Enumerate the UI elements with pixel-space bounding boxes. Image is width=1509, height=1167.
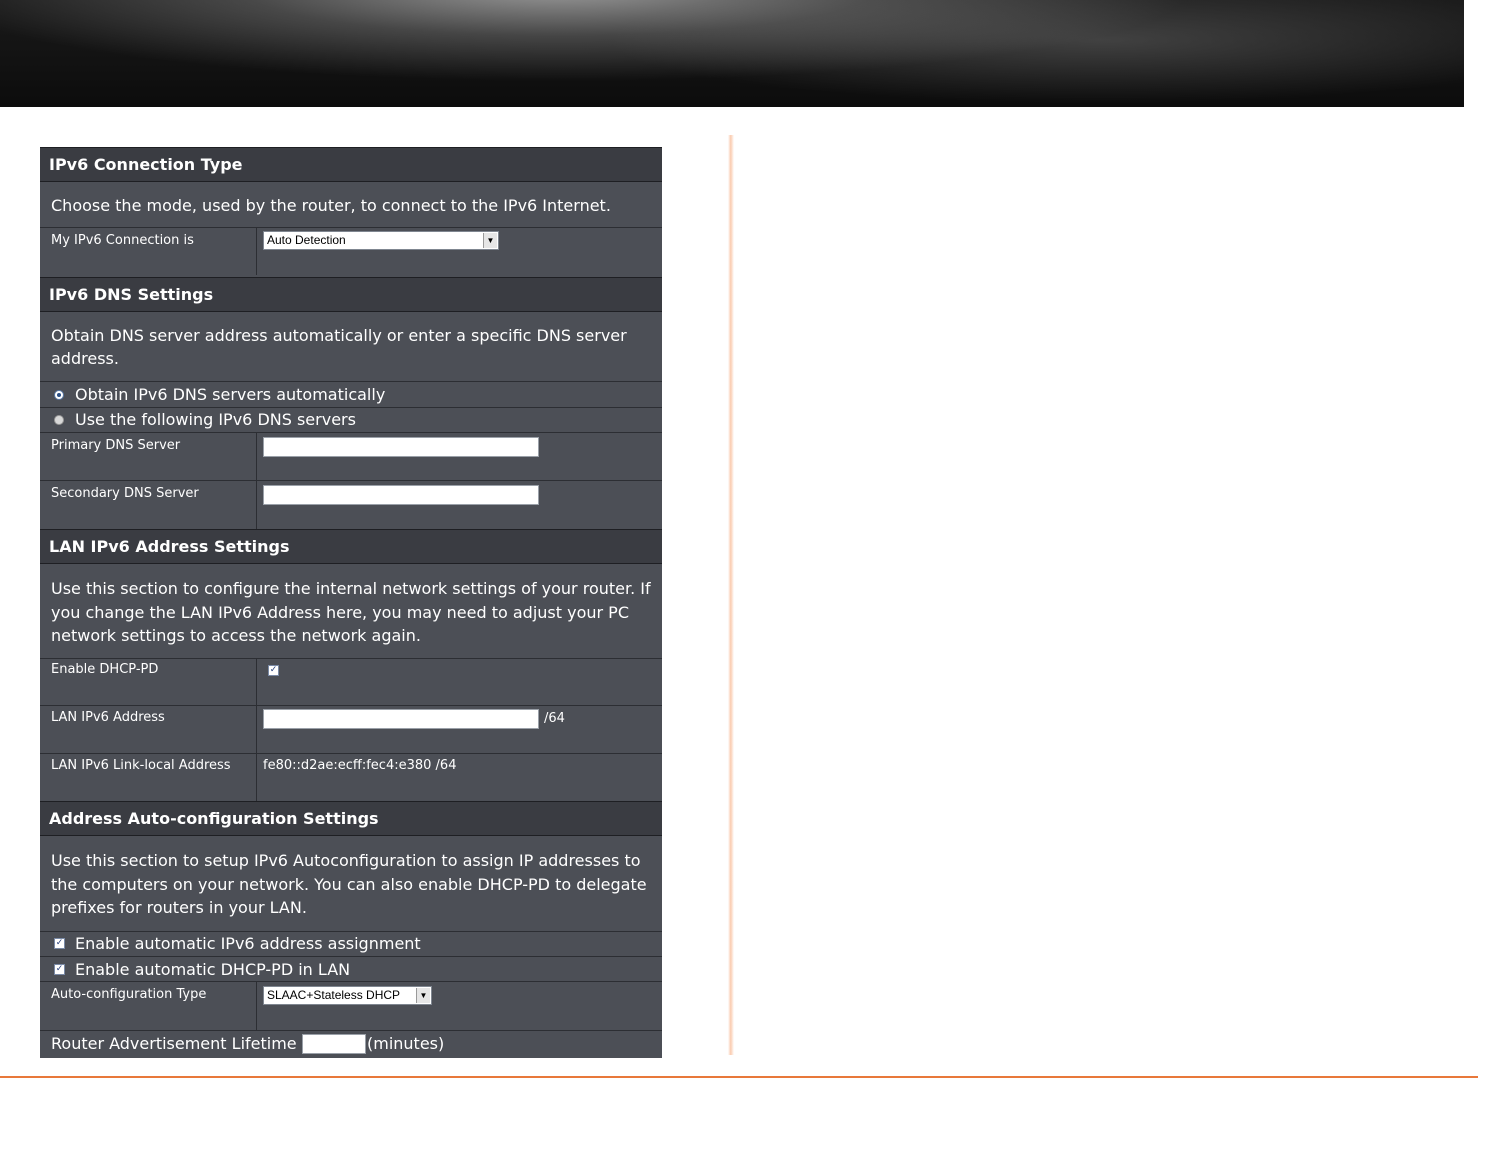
section-title-connection-type: IPv6 Connection Type bbox=[40, 147, 662, 182]
radio-dns-auto[interactable] bbox=[54, 390, 64, 400]
autoconfig-type-select-value: SLAAC+Stateless DHCP bbox=[267, 988, 401, 1002]
primary-dns-label: Primary DNS Server bbox=[51, 438, 181, 453]
vertical-divider bbox=[728, 135, 734, 1055]
lifetime-label: Router Advertisement Lifetime bbox=[51, 1034, 297, 1053]
chevron-down-icon: ▼ bbox=[483, 233, 497, 248]
option-dns-manual-label: Use the following IPv6 DNS servers bbox=[75, 410, 356, 429]
link-local-label: LAN IPv6 Link-local Address bbox=[51, 758, 231, 773]
row-divider bbox=[40, 705, 662, 706]
lifetime-unit: (minutes) bbox=[367, 1034, 445, 1053]
enable-assignment-label: Enable automatic IPv6 address assignment bbox=[75, 934, 421, 953]
lan-address-label: LAN IPv6 Address bbox=[51, 710, 165, 725]
footer-divider bbox=[0, 1076, 1478, 1078]
radio-dns-manual[interactable] bbox=[54, 415, 64, 425]
lan-prefix-suffix: /64 bbox=[544, 711, 565, 726]
my-connection-label: My IPv6 Connection is bbox=[51, 233, 194, 248]
section-title-dns: IPv6 DNS Settings bbox=[40, 277, 662, 312]
section-title-lan: LAN IPv6 Address Settings bbox=[40, 529, 662, 564]
connection-type-description: Choose the mode, used by the router, to … bbox=[51, 196, 611, 215]
row-divider bbox=[40, 227, 662, 228]
row-divider bbox=[40, 407, 662, 408]
connection-type-select-value: Auto Detection bbox=[267, 233, 346, 247]
row-divider bbox=[40, 753, 662, 754]
row-divider bbox=[40, 931, 662, 932]
autoconfig-description-line2: the computers on your network. You can a… bbox=[51, 875, 647, 894]
check-icon: ✓ bbox=[269, 665, 278, 675]
connection-type-select[interactable]: Auto Detection ▼ bbox=[263, 231, 499, 250]
dns-description-line2: address. bbox=[51, 349, 119, 368]
chevron-down-icon: ▼ bbox=[416, 988, 430, 1003]
autoconfig-type-select[interactable]: SLAAC+Stateless DHCP ▼ bbox=[263, 986, 432, 1005]
row-divider bbox=[40, 1030, 662, 1031]
enable-dhcp-pd-label: Enable DHCP-PD bbox=[51, 662, 159, 677]
header-banner bbox=[0, 0, 1464, 107]
row-divider bbox=[40, 658, 662, 659]
row-divider bbox=[40, 956, 662, 957]
lan-description-line3: network settings to access the network a… bbox=[51, 626, 421, 645]
enable-assignment-checkbox[interactable]: ✓ bbox=[54, 938, 65, 949]
lan-description-line2: you change the LAN IPv6 Address here, yo… bbox=[51, 603, 629, 622]
row-divider bbox=[40, 432, 662, 433]
option-dns-auto-label: Obtain IPv6 DNS servers automatically bbox=[75, 385, 386, 404]
column-divider bbox=[256, 981, 257, 1030]
lan-address-input[interactable] bbox=[263, 709, 539, 729]
dns-description-line1: Obtain DNS server address automatically … bbox=[51, 326, 627, 345]
autoconfig-type-label: Auto-configuration Type bbox=[51, 987, 207, 1002]
enable-dhcp-pd-checkbox[interactable]: ✓ bbox=[268, 665, 279, 676]
lifetime-input[interactable] bbox=[302, 1034, 366, 1054]
check-icon: ✓ bbox=[55, 964, 64, 974]
row-divider bbox=[40, 981, 662, 982]
column-divider bbox=[256, 658, 257, 801]
section-title-autoconfig: Address Auto-configuration Settings bbox=[40, 801, 662, 836]
autoconfig-description-line3: prefixes for routers in your LAN. bbox=[51, 898, 307, 917]
enable-dhcp-pd-lan-checkbox[interactable]: ✓ bbox=[54, 964, 65, 975]
row-divider bbox=[40, 381, 662, 382]
link-local-value: fe80::d2ae:ecff:fec4:e380 /64 bbox=[263, 758, 457, 773]
primary-dns-input[interactable] bbox=[263, 437, 539, 457]
column-divider bbox=[256, 227, 257, 275]
autoconfig-description-line1: Use this section to setup IPv6 Autoconfi… bbox=[51, 851, 641, 870]
row-divider bbox=[40, 480, 662, 481]
secondary-dns-label: Secondary DNS Server bbox=[51, 486, 199, 501]
enable-dhcp-pd-lan-label: Enable automatic DHCP-PD in LAN bbox=[75, 960, 351, 979]
check-icon: ✓ bbox=[55, 938, 64, 948]
lan-description-line1: Use this section to configure the intern… bbox=[51, 579, 651, 598]
ipv6-settings-panel: IPv6 Connection Type Choose the mode, us… bbox=[40, 147, 662, 1058]
secondary-dns-input[interactable] bbox=[263, 485, 539, 505]
